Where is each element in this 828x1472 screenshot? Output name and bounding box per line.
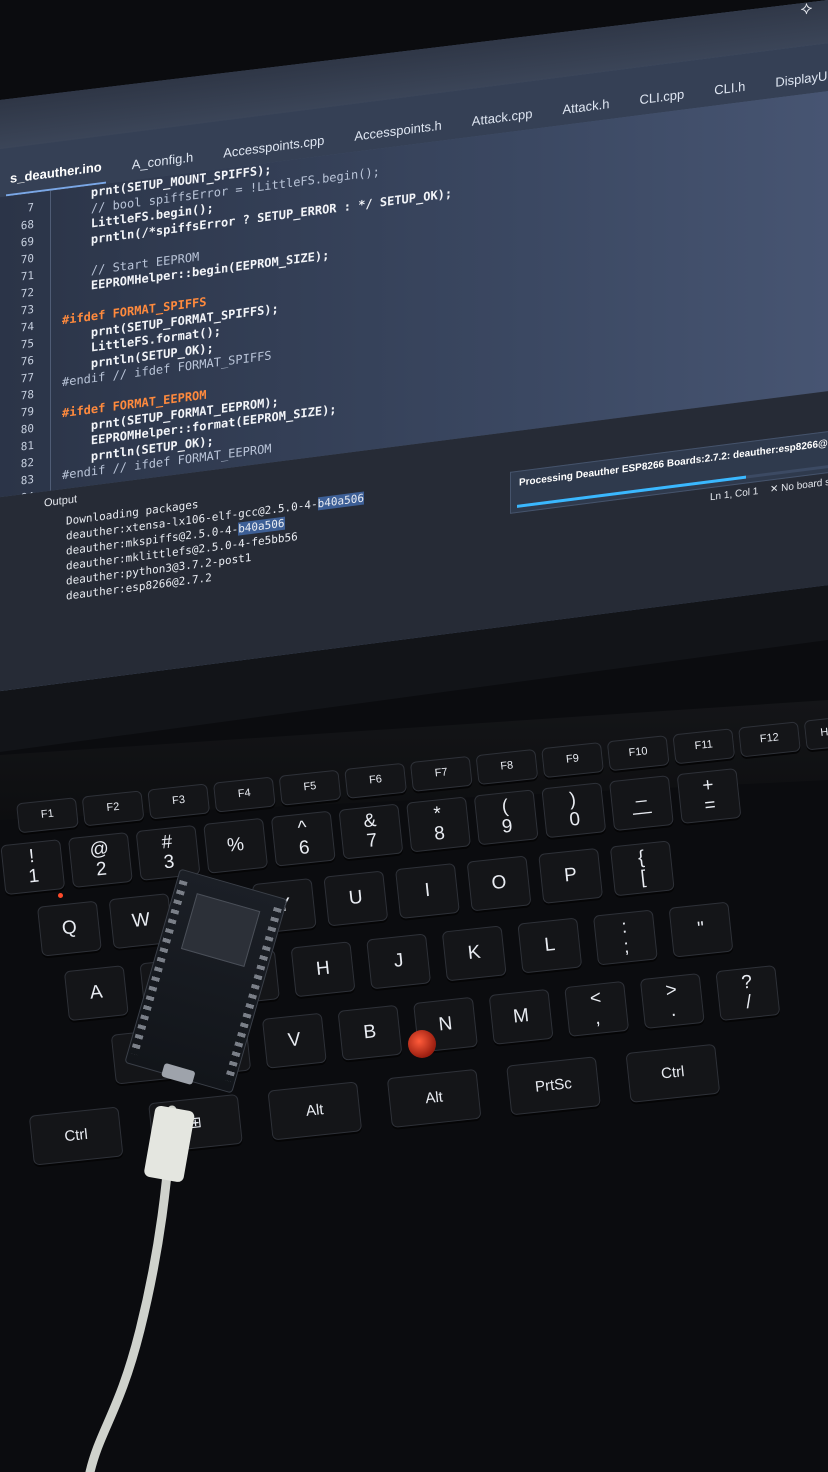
selected-text[interactable]: b40a506 (317, 491, 365, 511)
keyboard-key: F1 (16, 797, 79, 834)
keyboard-key: Alt (267, 1081, 363, 1141)
line-number: 78 (20, 387, 34, 403)
keyboard-key: ^ 6 (270, 810, 336, 867)
keyboard-key: F8 (475, 748, 539, 786)
line-number: 81 (20, 438, 34, 454)
output-title[interactable]: Output (44, 493, 77, 509)
keyboard-key: M (488, 988, 554, 1045)
keyboard-key: B (337, 1004, 403, 1061)
keyboard-key: K (441, 925, 507, 982)
wifi-module (180, 893, 261, 968)
keyboard-key: Ctrl (28, 1106, 124, 1166)
mute-led-indicator (58, 893, 63, 898)
keyboard-key: + = (676, 768, 742, 825)
laptop-display: ⟡ ⚙ ▾ s_deauther.inoA_config.hAccesspoin… (0, 0, 828, 752)
keyboard-key: ( 9 (473, 789, 539, 846)
keyboard-key: @ 2 (67, 831, 133, 888)
line-number: 82 (20, 455, 34, 471)
line-number: 7 (27, 200, 34, 215)
line-number: 74 (20, 319, 34, 335)
ide-window: ⟡ ⚙ ▾ s_deauther.inoA_config.hAccesspoin… (0, 0, 828, 695)
line-number: 72 (20, 285, 34, 301)
keyboard-key: Ctrl (625, 1043, 721, 1103)
progress-text: Processing Deauther ESP8266 Boards:2.7.2… (519, 435, 828, 489)
keyboard-key: F4 (212, 776, 276, 813)
laptop-keyboard: F1F2F3F4F5F6F7F8F9F10F11F12HomeEndInsert… (0, 643, 828, 1344)
keyboard-key: O (466, 855, 532, 912)
keyboard-key: F10 (606, 735, 670, 772)
keyboard-key: L (517, 917, 583, 974)
keyboard-key: PrtSc (506, 1056, 601, 1116)
keyboard-key: ⊞ (148, 1093, 243, 1154)
keyboard-key: " (668, 901, 734, 958)
keyboard-key: ? / (715, 965, 781, 1022)
keyboard-key: Q (36, 900, 102, 957)
line-number: 83 (20, 472, 34, 488)
toolbar-icons[interactable]: ⟡ ⚙ (801, 0, 828, 20)
photo-scene: ⟡ ⚙ ▾ s_deauther.inoA_config.hAccesspoin… (0, 0, 828, 1472)
keyboard-key: P (538, 847, 604, 904)
keyboard-key: F12 (738, 721, 801, 758)
keyboard-key: Home (803, 714, 828, 751)
progress-notification[interactable]: Processing Deauther ESP8266 Boards:2.7.2… (510, 421, 828, 514)
keyboard-key: : ; (592, 909, 658, 966)
keyboard-key: ) 0 (541, 782, 607, 839)
keyboard-key: & 7 (338, 803, 404, 860)
keyboard-key: > . (639, 972, 705, 1029)
keyboard-key: < , (564, 980, 630, 1037)
keyboard-key: * 8 (406, 796, 472, 853)
line-number: 79 (20, 404, 34, 420)
keyboard-key: F11 (672, 728, 736, 765)
keyboard-key: F3 (147, 783, 211, 820)
keyboard-key: F9 (541, 742, 604, 779)
keyboard-key: U (323, 870, 389, 927)
keyboard-key: F7 (409, 755, 473, 792)
keyboard-key: V (261, 1012, 327, 1069)
keyboard-key: H (290, 941, 356, 998)
keyboard-key: I (395, 862, 460, 919)
keyboard-key: Alt (386, 1068, 482, 1128)
line-number: 75 (20, 336, 34, 352)
line-number: 80 (20, 421, 34, 437)
line-number: 77 (20, 370, 34, 386)
keyboard-key: { [ (609, 840, 675, 897)
keyboard-key: F2 (81, 790, 145, 827)
keyboard-key: ! 1 (0, 839, 66, 896)
keyboard-key: A (63, 965, 129, 1022)
line-number: 70 (20, 251, 34, 267)
line-number: 76 (20, 353, 34, 369)
keyboard-key: F5 (278, 769, 342, 806)
keyboard-key: J (366, 933, 432, 990)
keyboard-key: F6 (344, 762, 408, 799)
keyboard-key: % (203, 817, 269, 874)
line-number-gutter: 76869707172737475767778798081828384 (0, 190, 51, 504)
keyboard-key: _ — (608, 775, 674, 832)
line-number: 69 (20, 234, 34, 250)
trackpoint-nub (408, 1030, 436, 1058)
line-number: 73 (20, 302, 34, 318)
line-number: 68 (20, 217, 34, 233)
line-number: 71 (20, 268, 34, 284)
cursor-position[interactable]: Ln 1, Col 1 (710, 486, 758, 503)
